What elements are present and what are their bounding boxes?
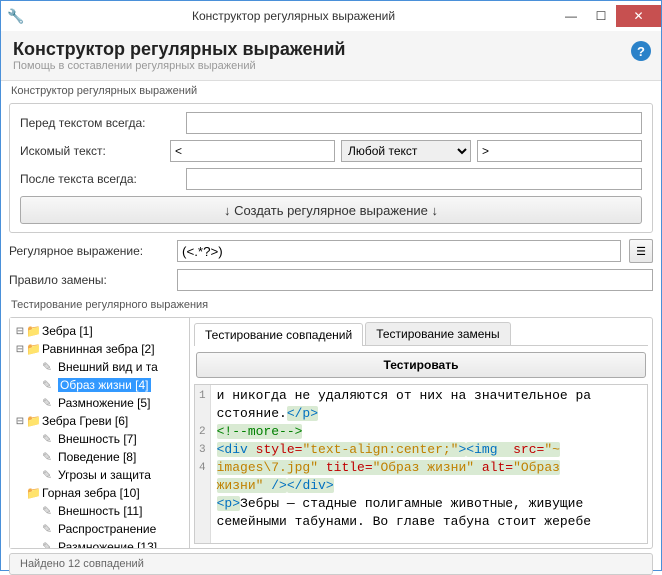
search-mode-select[interactable]: Любой текст bbox=[341, 140, 471, 162]
tree-toggle-icon[interactable]: ⊟ bbox=[14, 326, 26, 337]
doc-icon: ✎ bbox=[42, 450, 58, 464]
doc-icon: ✎ bbox=[42, 540, 58, 548]
page-header: Конструктор регулярных выражений Помощь … bbox=[1, 31, 661, 81]
code-area[interactable]: 1 234 и никогда не удаляются от них на з… bbox=[194, 384, 648, 544]
builder-group-title: Конструктор регулярных выражений bbox=[11, 85, 651, 97]
tree-item-label: Угрозы и защита bbox=[58, 468, 151, 482]
tab-match[interactable]: Тестирование совпадений bbox=[194, 323, 363, 346]
tree-toggle-icon[interactable]: ⊟ bbox=[14, 416, 26, 427]
folder-icon: 📁 bbox=[26, 324, 42, 338]
builder-section: Перед текстом всегда: Искомый текст: Люб… bbox=[9, 103, 653, 233]
close-button[interactable]: ✕ bbox=[616, 5, 661, 27]
folder-icon: 📁 bbox=[26, 414, 42, 428]
tree-item-label: Равнинная зебра [2] bbox=[42, 342, 155, 356]
after-label: После текста всегда: bbox=[20, 172, 180, 186]
doc-icon: ✎ bbox=[42, 378, 58, 392]
window-title: Конструктор регулярных выражений bbox=[31, 9, 556, 23]
help-icon[interactable]: ? bbox=[631, 41, 651, 61]
title-bar: 🔧 Конструктор регулярных выражений — ☐ ✕ bbox=[1, 1, 661, 31]
tree-panel[interactable]: ⊟📁Зебра [1]⊟📁Равнинная зебра [2]✎Внешний… bbox=[10, 318, 190, 548]
maximize-button[interactable]: ☐ bbox=[586, 5, 616, 27]
regex-list-icon[interactable]: ☰ bbox=[629, 239, 653, 263]
doc-icon: ✎ bbox=[42, 396, 58, 410]
search-label: Искомый текст: bbox=[20, 144, 164, 158]
tree-toggle-icon[interactable]: ⊟ bbox=[14, 344, 26, 355]
folder-icon: 📁 bbox=[26, 486, 42, 500]
status-bar: Найдено 12 совпадений bbox=[9, 553, 653, 575]
test-tabs: Тестирование совпадений Тестирование зам… bbox=[194, 322, 648, 346]
doc-icon: ✎ bbox=[42, 360, 58, 374]
test-area: ⊟📁Зебра [1]⊟📁Равнинная зебра [2]✎Внешний… bbox=[9, 317, 653, 549]
tree-item[interactable]: ⊟📁Зебра [1] bbox=[14, 322, 185, 340]
after-input[interactable] bbox=[186, 168, 642, 190]
page-subtitle: Помощь в составлении регулярных выражени… bbox=[13, 60, 649, 72]
tree-item-label: Внешность [11] bbox=[58, 504, 142, 518]
minimize-button[interactable]: — bbox=[556, 5, 586, 27]
tree-item-label: Горная зебра [10] bbox=[42, 486, 140, 500]
test-button[interactable]: Тестировать bbox=[196, 352, 646, 378]
tree-item-label: Зебра Греви [6] bbox=[42, 414, 128, 428]
line-gutter: 1 234 bbox=[195, 385, 211, 543]
test-group-title: Тестирование регулярного выражения bbox=[11, 299, 651, 311]
doc-icon: ✎ bbox=[42, 468, 58, 482]
doc-icon: ✎ bbox=[42, 432, 58, 446]
tree-item[interactable]: ✎Размножение [13] bbox=[14, 538, 185, 548]
folder-icon: 📁 bbox=[26, 342, 42, 356]
code-content: и никогда не удаляются от них на значите… bbox=[211, 385, 597, 543]
tree-item[interactable]: ✎Образ жизни [4] bbox=[14, 376, 185, 394]
app-icon: 🔧 bbox=[1, 8, 31, 25]
replace-input[interactable] bbox=[177, 269, 653, 291]
tab-replace[interactable]: Тестирование замены bbox=[365, 322, 510, 345]
tree-item-label: Внешность [7] bbox=[58, 432, 137, 446]
doc-icon: ✎ bbox=[42, 522, 58, 536]
search-right-input[interactable] bbox=[477, 140, 642, 162]
tree-item-label: Образ жизни [4] bbox=[58, 378, 151, 392]
tree-item[interactable]: ⊟📁Зебра Греви [6] bbox=[14, 412, 185, 430]
replace-label: Правило замены: bbox=[9, 273, 169, 287]
before-label: Перед текстом всегда: bbox=[20, 116, 180, 130]
tree-item[interactable]: ✎Угрозы и защита bbox=[14, 466, 185, 484]
tree-item-label: Зебра [1] bbox=[42, 324, 93, 338]
regex-label: Регулярное выражение: bbox=[9, 244, 169, 258]
create-regex-button[interactable]: ↓ Создать регулярное выражение ↓ bbox=[20, 196, 642, 224]
tree-item-label: Распространение bbox=[58, 522, 156, 536]
tree-item[interactable]: 📁Горная зебра [10] bbox=[14, 484, 185, 502]
tree-item-label: Поведение [8] bbox=[58, 450, 136, 464]
tree-item[interactable]: ✎Поведение [8] bbox=[14, 448, 185, 466]
regex-input[interactable] bbox=[177, 240, 621, 262]
before-input[interactable] bbox=[186, 112, 642, 134]
tree-item-label: Внешний вид и та bbox=[58, 360, 158, 374]
status-text: Найдено 12 совпадений bbox=[20, 558, 144, 570]
tree-item-label: Размножение [5] bbox=[58, 396, 150, 410]
tree-item[interactable]: ⊟📁Равнинная зебра [2] bbox=[14, 340, 185, 358]
search-left-input[interactable] bbox=[170, 140, 335, 162]
tree-item-label: Размножение [13] bbox=[58, 540, 157, 548]
tree-item[interactable]: ✎Внешность [7] bbox=[14, 430, 185, 448]
doc-icon: ✎ bbox=[42, 504, 58, 518]
tree-item[interactable]: ✎Размножение [5] bbox=[14, 394, 185, 412]
tree-item[interactable]: ✎Распространение bbox=[14, 520, 185, 538]
tree-item[interactable]: ✎Внешний вид и та bbox=[14, 358, 185, 376]
tree-item[interactable]: ✎Внешность [11] bbox=[14, 502, 185, 520]
page-title: Конструктор регулярных выражений bbox=[13, 39, 649, 60]
